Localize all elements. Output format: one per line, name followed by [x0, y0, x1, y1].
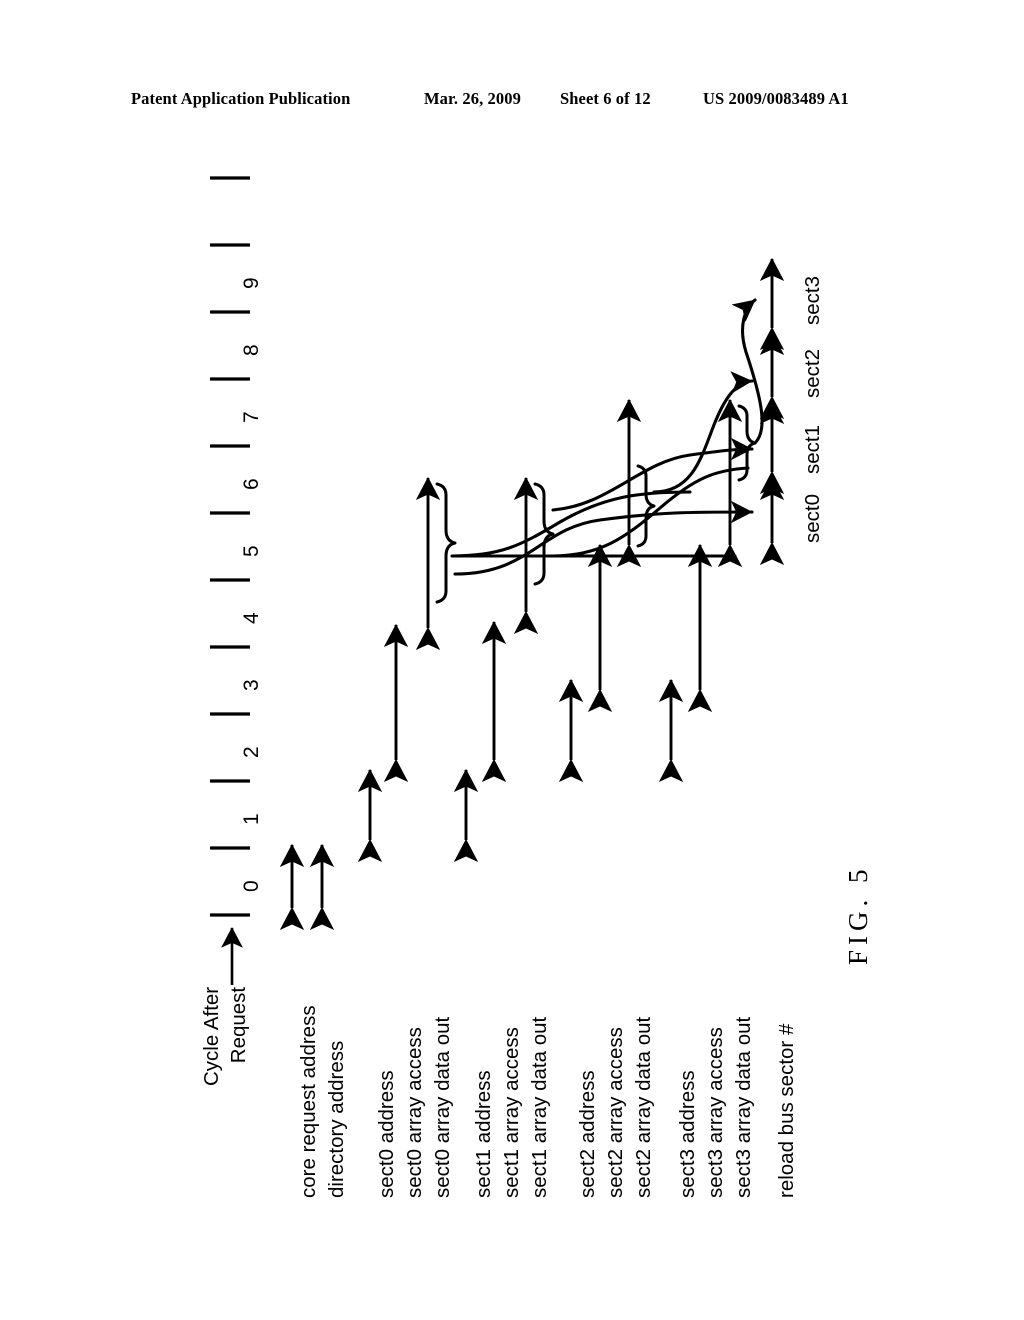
brace-sect2-data-out — [636, 464, 656, 548]
route-sect3-to-bus — [731, 298, 764, 445]
row-label-sect1-array-access: sect1 array access — [500, 1027, 523, 1198]
reload-sector-label-sect1: sect1 — [801, 425, 824, 474]
cycle-tick-6: 6 — [240, 478, 263, 490]
route-long-lower — [450, 490, 692, 558]
timing-diagram-figure: 0 1 2 3 4 5 6 7 8 9 Cycle After Request … — [0, 0, 1024, 1320]
cycle-tick-4: 4 — [240, 612, 263, 624]
cycle-tick-3: 3 — [240, 679, 263, 691]
reload-sector-label-sect3: sect3 — [801, 276, 824, 325]
cycle-tick-1: 1 — [240, 813, 263, 825]
row-label-sect1-address: sect1 address — [472, 1070, 495, 1198]
reload-routing-curves — [450, 298, 764, 576]
cycle-axis-caption-line1: Cycle After — [200, 986, 223, 1086]
cycle-tick-5: 5 — [240, 545, 263, 557]
cycle-tick-7: 7 — [240, 411, 263, 423]
route-sect0-to-bus — [453, 500, 754, 576]
cycle-tick-2: 2 — [240, 746, 263, 758]
row-label-reload-bus-sector: reload bus sector # — [775, 1023, 798, 1198]
cycle-tick-9: 9 — [240, 277, 263, 289]
row-label-sect0-array-access: sect0 array access — [403, 1027, 426, 1198]
row-label-directory-address: directory address — [325, 1040, 348, 1198]
row-label-sect2-address: sect2 address — [576, 1070, 599, 1198]
row-label-sect0-array-data-out: sect0 array data out — [431, 1016, 454, 1198]
cycle-tick-0: 0 — [240, 880, 263, 892]
row-label-sect2-array-access: sect2 array access — [604, 1027, 627, 1198]
row-label-sect2-array-data-out: sect2 array data out — [632, 1016, 655, 1198]
cycle-axis-caption: Cycle After Request — [198, 987, 252, 1086]
brace-sect0-data-out — [435, 482, 457, 604]
row-label-sect3-address: sect3 address — [676, 1070, 699, 1198]
cycle-axis-caption-line2: Request — [227, 986, 251, 1064]
row-label-sect0-address: sect0 address — [375, 1070, 398, 1198]
route-sect2-to-bus — [652, 371, 754, 494]
row-label-core-request-address: core request address — [297, 1005, 320, 1198]
route-sect1-to-bus — [551, 437, 754, 512]
reload-sector-label-sect2: sect2 — [801, 349, 824, 398]
cycle-tick-8: 8 — [240, 344, 263, 356]
reload-sector-label-sect0: sect0 — [801, 494, 824, 543]
row-label-sect3-array-access: sect3 array access — [704, 1027, 727, 1198]
signal-span-arrows — [279, 398, 743, 931]
figure-caption: FIG. 5 — [843, 864, 873, 965]
row-label-sect1-array-data-out: sect1 array data out — [528, 1016, 551, 1198]
row-label-sect3-array-data-out: sect3 array data out — [732, 1016, 755, 1198]
